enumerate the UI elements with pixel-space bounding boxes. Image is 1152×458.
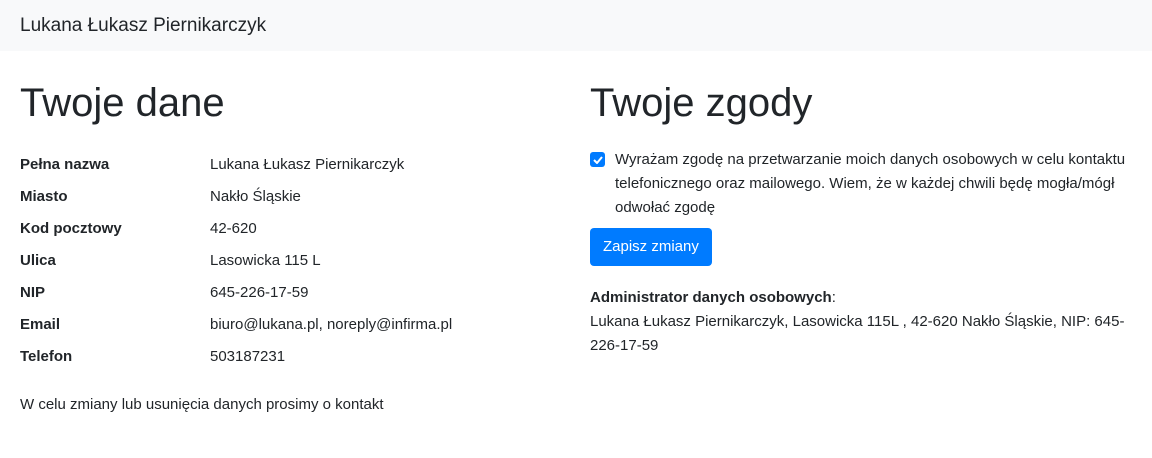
row-value: Lukana Łukasz Piernikarczyk [210,155,405,173]
row-label: Email [20,315,61,333]
row-label: Telefon [20,347,73,365]
row-value: 503187231 [210,347,286,365]
check-icon [592,155,603,164]
row-label: Miasto [20,187,68,205]
consents-title: Twoje zgody [590,81,813,125]
consent-row: Wyrażam zgodę na przetwarzanie moich dan… [590,148,1132,220]
personal-data-table: Pełna nazwa Lukana Łukasz Piernikarczyk … [20,148,452,372]
admin-details: Lukana Łukasz Piernikarczyk, Lasowicka 1… [590,313,1125,354]
table-row: Kod pocztowy 42-620 [20,212,452,244]
admin-title: Administrator danych osobowych [590,289,832,306]
main-content: Twoje dane Pełna nazwa Lukana Łukasz Pie… [0,51,1152,413]
row-value: Lasowicka 115 L [210,251,321,269]
consent-label[interactable]: Wyrażam zgodę na przetwarzanie moich dan… [615,148,1132,220]
row-label: Kod pocztowy [20,219,122,237]
consents-section: Twoje zgody Wyrażam zgodę na przetwarzan… [576,51,1132,413]
data-administrator: Administrator danych osobowych: Lukana Ł… [590,286,1132,358]
row-value: 645-226-17-59 [210,283,309,301]
consent-checkbox[interactable] [590,152,605,167]
row-label: NIP [20,283,46,301]
personal-data-section: Twoje dane Pełna nazwa Lukana Łukasz Pie… [20,51,576,413]
navbar-brand[interactable]: Lukana Łukasz Piernikarczyk [20,15,266,37]
table-row: Email biuro@lukana.pl, noreply@infirma.p… [20,308,452,340]
table-row: Pełna nazwa Lukana Łukasz Piernikarczyk [20,148,452,180]
admin-colon: : [831,289,836,306]
table-row: Telefon 503187231 [20,340,452,372]
table-row: Ulica Lasowicka 115 L [20,244,452,276]
personal-data-title: Twoje dane [20,81,225,125]
row-value: biuro@lukana.pl, noreply@infirma.pl [210,315,453,333]
row-value: 42-620 [210,219,257,237]
navbar: Lukana Łukasz Piernikarczyk [0,0,1152,51]
row-label: Pełna nazwa [20,155,110,173]
row-value: Nakło Śląskie [210,187,301,205]
table-row: Miasto Nakło Śląskie [20,180,452,212]
save-button[interactable]: Zapisz zmiany [590,228,712,266]
table-row: NIP 645-226-17-59 [20,276,452,308]
contact-note: W celu zmiany lub usunięcia danych prosi… [20,396,384,413]
row-label: Ulica [20,251,56,269]
